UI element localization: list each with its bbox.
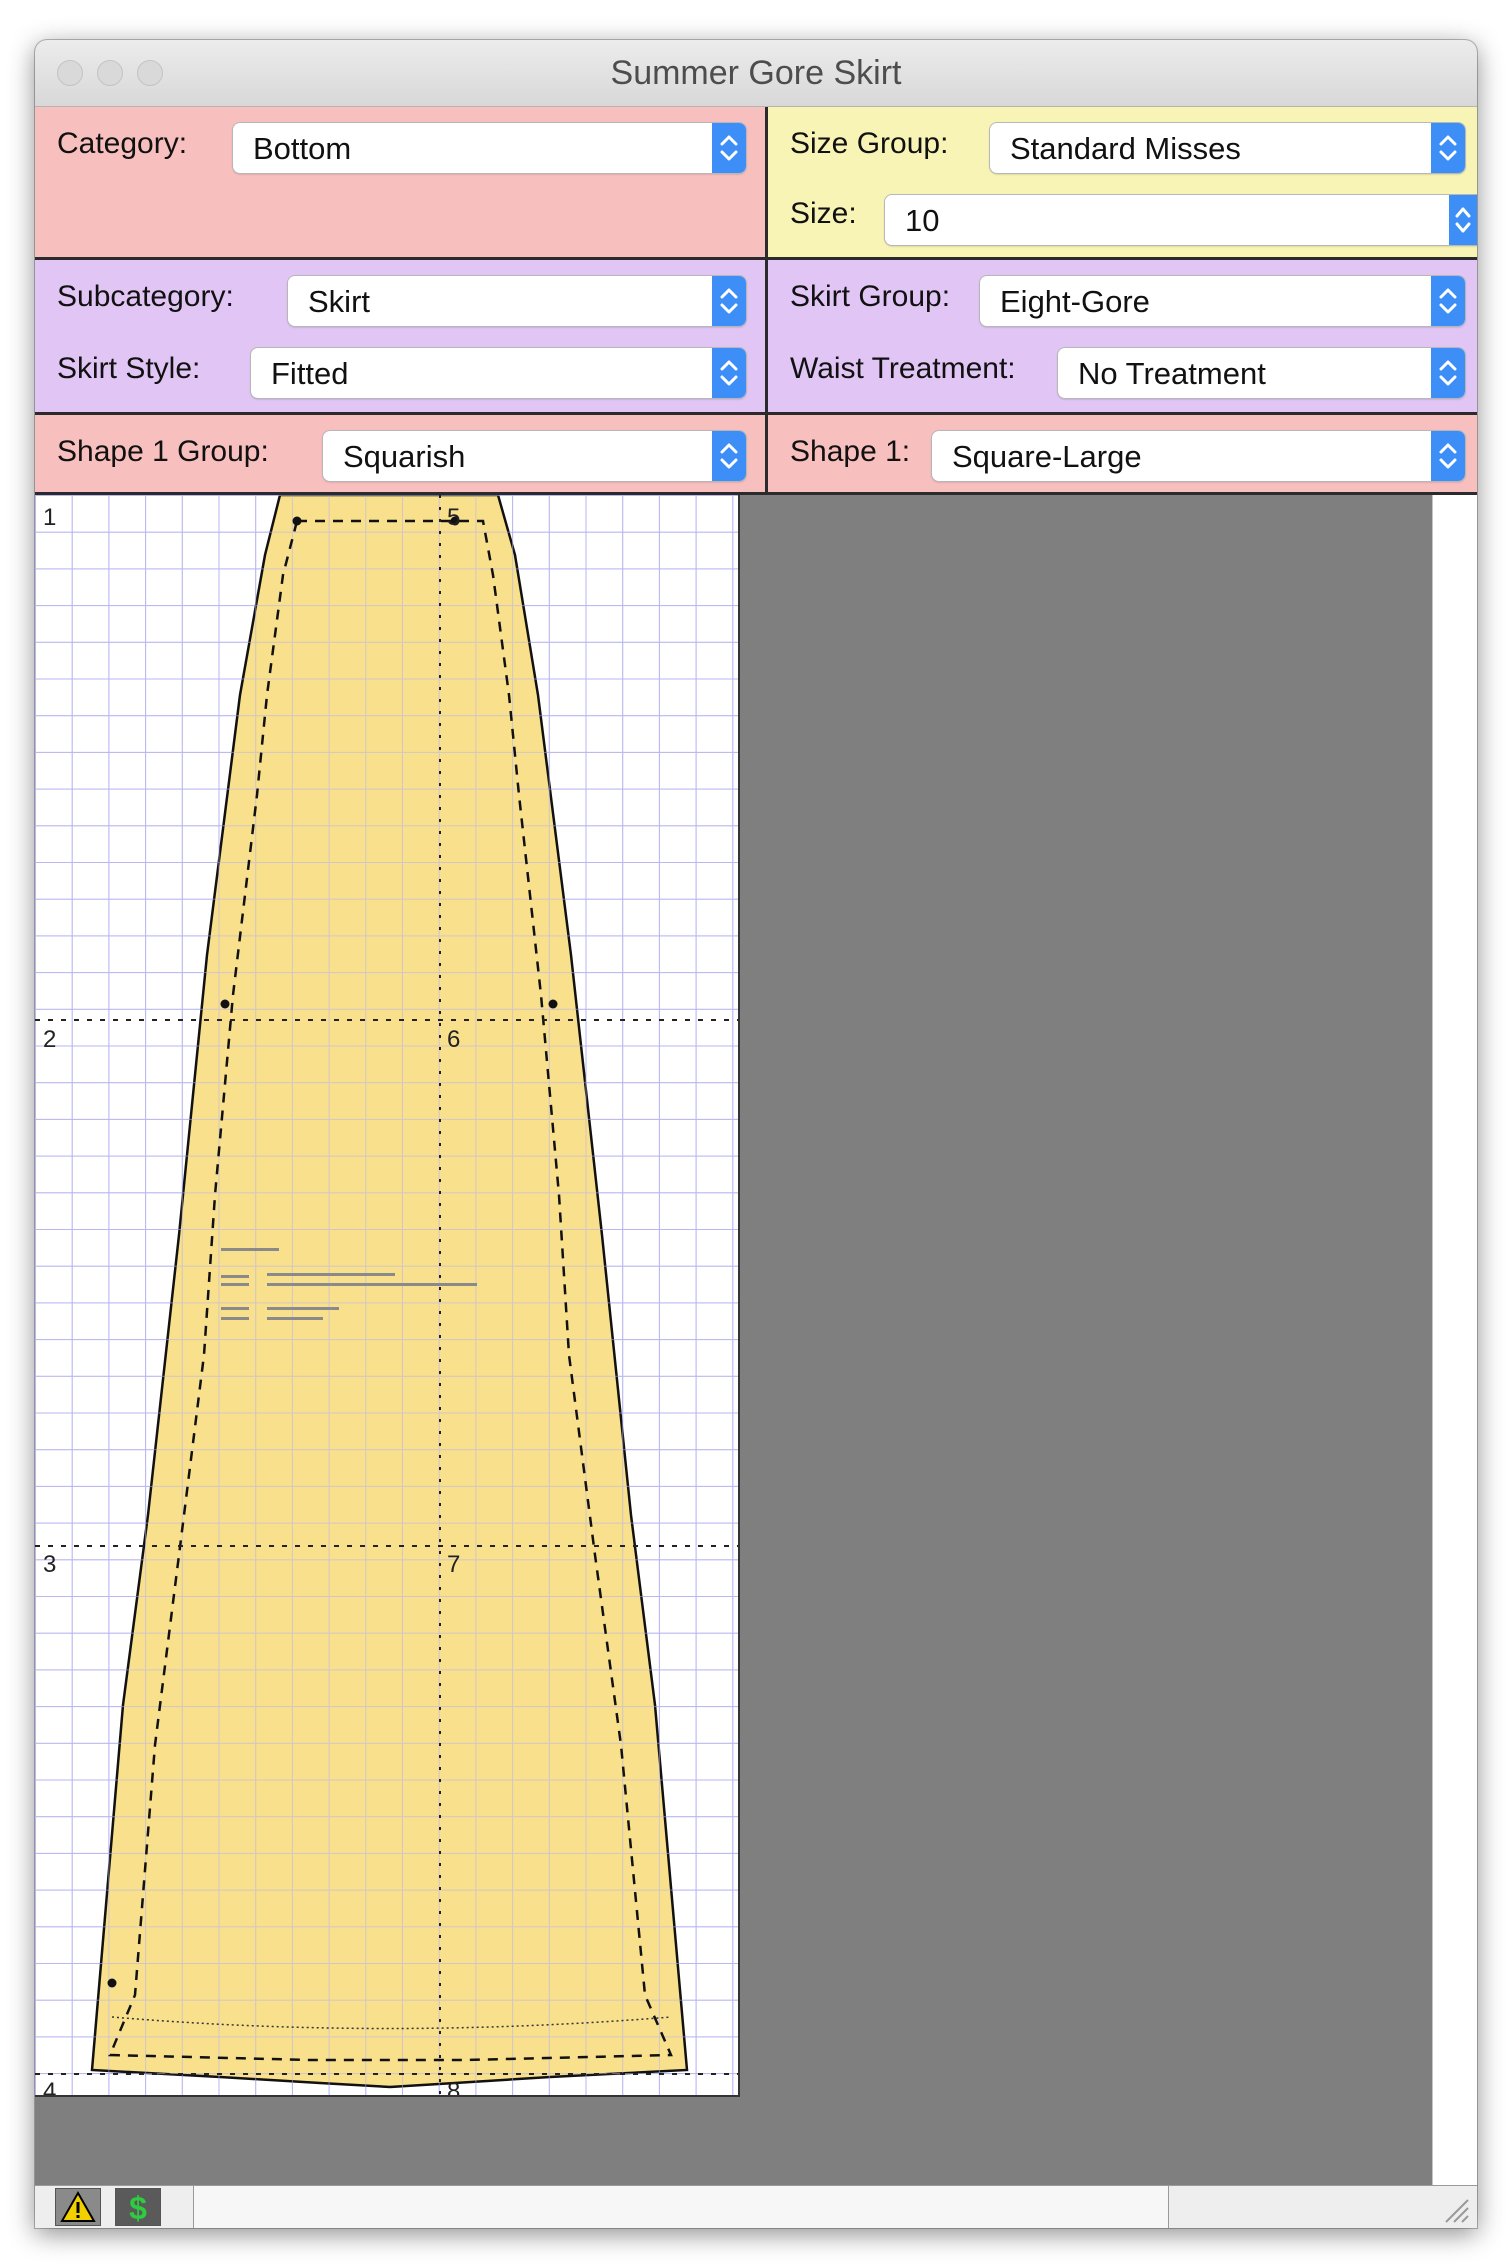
- skirt-group-select[interactable]: Eight-Gore: [980, 276, 1465, 326]
- category-value: Bottom: [253, 131, 352, 166]
- shape-panel: Shape 1 Group: Squarish Shape 1: Square-…: [35, 415, 1477, 495]
- waist-treatment-value: No Treatment: [1078, 356, 1266, 391]
- cost-button[interactable]: $: [115, 2188, 161, 2226]
- pattern-drawing[interactable]: 1 2 3 4 5 6 7 8: [35, 493, 738, 2105]
- vertex-dot: [548, 999, 558, 1009]
- size-group-label: Size Group:: [790, 127, 949, 160]
- resize-grip-icon[interactable]: [1440, 2194, 1470, 2224]
- size-group-select[interactable]: Standard Misses: [990, 123, 1465, 173]
- popup-arrows-icon: [712, 276, 746, 326]
- vertex-dot: [220, 999, 230, 1009]
- shape1-label: Shape 1:: [790, 435, 911, 468]
- popup-arrows-icon: [712, 431, 746, 481]
- center-marker-8: 8: [447, 2078, 460, 2095]
- popup-arrows-icon: [1431, 431, 1465, 481]
- popup-arrows-icon: [1431, 123, 1465, 173]
- popup-arrows-icon: [1431, 276, 1465, 326]
- vertex-dot: [292, 516, 302, 526]
- pattern-canvas[interactable]: 1 2 3 4 5 6 7 8: [35, 493, 740, 2105]
- subcategory-panel: Subcategory: Skirt Skirt Style: Fitted: [35, 260, 765, 415]
- center-marker-7: 7: [447, 1551, 460, 1578]
- warning-button[interactable]: [55, 2188, 101, 2226]
- skirt-style-label: Skirt Style:: [57, 352, 201, 385]
- subcategory-label: Subcategory:: [57, 280, 234, 313]
- skirt-group-panel: Skirt Group: Eight-Gore Waist Treatment:…: [768, 260, 1477, 415]
- row-marker-1: 1: [43, 504, 56, 531]
- skirt-style-value: Fitted: [271, 356, 349, 391]
- vertex-dot: [107, 1978, 117, 1988]
- skirt-group-label: Skirt Group:: [790, 280, 951, 313]
- svg-text:$: $: [129, 2190, 147, 2225]
- warning-icon: [60, 2190, 96, 2222]
- size-group-value: Standard Misses: [1010, 131, 1241, 166]
- panel-divider: [765, 415, 768, 492]
- skirt-style-select[interactable]: Fitted: [251, 348, 746, 398]
- shape1-select[interactable]: Square-Large: [932, 431, 1465, 481]
- size-label: Size:: [790, 197, 857, 230]
- shape1-group-select[interactable]: Squarish: [323, 431, 746, 481]
- horizontal-scrollbar[interactable]: [193, 2186, 1169, 2228]
- popup-arrows-icon: [1449, 195, 1477, 245]
- shape1-value: Square-Large: [952, 439, 1142, 474]
- row-marker-3: 3: [43, 1551, 56, 1578]
- center-marker-6: 6: [447, 1026, 460, 1053]
- size-value: 10: [905, 203, 940, 238]
- popup-arrows-icon: [1431, 348, 1465, 398]
- category-label: Category:: [57, 127, 188, 160]
- shape1-group-label: Shape 1 Group:: [57, 435, 269, 468]
- waist-treatment-select[interactable]: No Treatment: [1058, 348, 1465, 398]
- grid-overlay: [35, 495, 738, 2095]
- vertical-scrollbar[interactable]: [1432, 495, 1477, 2185]
- dollar-icon: $: [129, 2190, 147, 2226]
- row-marker-2: 2: [43, 1026, 56, 1053]
- popup-arrows-icon: [712, 348, 746, 398]
- center-marker-5: 5: [447, 504, 460, 531]
- document-window: Summer Gore Skirt Category: Bottom Size …: [35, 40, 1477, 2228]
- shape1-group-value: Squarish: [343, 439, 466, 474]
- bottom-toolbar: $: [35, 2185, 1477, 2228]
- category-select[interactable]: Bottom: [233, 123, 746, 173]
- size-panel: Size Group: Standard Misses Size: 10: [768, 107, 1477, 260]
- skirt-group-value: Eight-Gore: [1000, 284, 1150, 319]
- waist-treatment-label: Waist Treatment:: [790, 352, 1016, 385]
- subcategory-value: Skirt: [308, 284, 370, 319]
- popup-arrows-icon: [712, 123, 746, 173]
- subcategory-select[interactable]: Skirt: [288, 276, 746, 326]
- size-select[interactable]: 10: [885, 195, 1477, 245]
- category-panel: Category: Bottom: [35, 107, 765, 260]
- title-bar: Summer Gore Skirt: [35, 40, 1477, 107]
- row-marker-4: 4: [43, 2078, 56, 2095]
- window-title: Summer Gore Skirt: [610, 54, 902, 92]
